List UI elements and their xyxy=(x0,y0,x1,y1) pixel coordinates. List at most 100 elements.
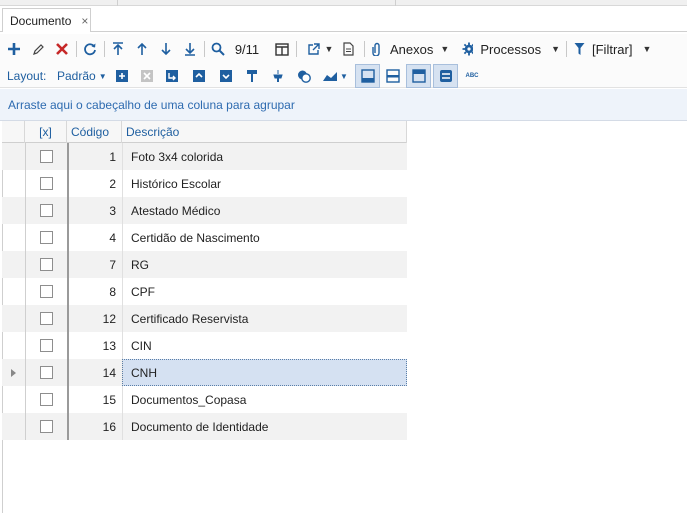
table-row[interactable]: 8 CPF xyxy=(2,278,407,305)
descricao-cell[interactable]: Foto 3x4 colorida xyxy=(122,143,407,170)
row-checkbox[interactable] xyxy=(40,231,53,244)
select-cell xyxy=(25,278,67,305)
table-row[interactable]: 7 RG xyxy=(2,251,407,278)
table-row[interactable]: 3 Atestado Médico xyxy=(2,197,407,224)
footer-toggle-button[interactable] xyxy=(355,64,380,88)
row-checkbox[interactable] xyxy=(40,312,53,325)
paint-roller-icon xyxy=(247,70,257,82)
row-checkbox[interactable] xyxy=(40,150,53,163)
export-menu-button[interactable]: ▼ xyxy=(304,39,336,59)
group-by-area[interactable]: Arraste aqui o cabeçalho de uma coluna p… xyxy=(0,89,687,121)
row-checkbox[interactable] xyxy=(40,177,53,190)
row-checkbox[interactable] xyxy=(40,339,53,352)
row-checkbox[interactable] xyxy=(40,204,53,217)
header-codigo-column[interactable]: Código xyxy=(67,121,122,143)
add-button[interactable] xyxy=(6,39,22,59)
table-row[interactable]: 2 Histórico Escolar xyxy=(2,170,407,197)
row-checkbox[interactable] xyxy=(40,285,53,298)
codigo-cell[interactable]: 16 xyxy=(67,413,122,440)
codigo-cell[interactable]: 2 xyxy=(67,170,122,197)
remove-layout-button[interactable] xyxy=(139,67,155,85)
paperclip-icon xyxy=(372,42,380,56)
descricao-cell[interactable]: Histórico Escolar xyxy=(122,170,407,197)
chevron-down-icon: ▼ xyxy=(340,71,348,81)
codigo-cell[interactable]: 8 xyxy=(67,278,122,305)
table-row[interactable]: 16 Documento de Identidade xyxy=(2,413,407,440)
descricao-cell[interactable]: Documento de Identidade xyxy=(122,413,407,440)
arrow-down-icon xyxy=(161,43,171,56)
tab-documento[interactable]: Documento × xyxy=(2,8,91,32)
table-row[interactable]: 4 Certidão de Nascimento xyxy=(2,224,407,251)
row-checkbox[interactable] xyxy=(40,420,53,433)
row-checkbox[interactable] xyxy=(40,393,53,406)
group-by-hint: Arraste aqui o cabeçalho de uma coluna p… xyxy=(8,97,295,112)
descricao-cell[interactable]: Atestado Médico xyxy=(122,197,407,224)
codigo-cell[interactable]: 7 xyxy=(67,251,122,278)
arrow-up-icon xyxy=(137,42,147,55)
search-button[interactable] xyxy=(210,39,226,59)
descricao-cell[interactable]: Documentos_Copasa xyxy=(122,386,407,413)
export-icon xyxy=(307,42,320,55)
table-row[interactable]: 12 Certificado Reservista xyxy=(2,305,407,332)
table-row[interactable]: 13 CIN xyxy=(2,332,407,359)
last-record-button[interactable] xyxy=(182,39,198,59)
attachments-button[interactable]: Anexos ▼ xyxy=(372,39,454,59)
descricao-cell[interactable]: Certificado Reservista xyxy=(122,305,407,332)
expand-layout-button[interactable] xyxy=(191,67,207,85)
spell-check-button[interactable]: ABC xyxy=(461,67,483,85)
expand-icon xyxy=(193,70,205,82)
select-cell xyxy=(25,359,67,386)
header-select-column[interactable]: [x] xyxy=(25,121,67,143)
form-view-button[interactable] xyxy=(274,39,290,59)
codigo-cell[interactable]: 1 xyxy=(67,143,122,170)
previous-record-button[interactable] xyxy=(134,39,150,59)
delete-button[interactable] xyxy=(54,39,70,59)
descricao-cell[interactable]: RG xyxy=(122,251,407,278)
descricao-cell[interactable]: Certidão de Nascimento xyxy=(122,224,407,251)
row-checkbox[interactable] xyxy=(40,258,53,271)
descricao-cell[interactable]: CIN xyxy=(122,332,407,359)
row-checkbox[interactable] xyxy=(40,366,53,379)
next-record-button[interactable] xyxy=(158,39,174,59)
document-button[interactable] xyxy=(340,39,356,59)
codigo-cell[interactable]: 13 xyxy=(67,332,122,359)
table-row[interactable]: 1 Foto 3x4 colorida xyxy=(2,143,407,170)
layout-label-wrap: Layout: xyxy=(7,67,49,85)
processes-button[interactable]: Processos ▼ xyxy=(462,39,560,59)
descricao-cell[interactable]: CPF xyxy=(122,278,407,305)
chart-menu-button[interactable]: ▼ xyxy=(322,67,348,85)
format-painter-button[interactable] xyxy=(244,67,260,85)
auto-height-toggle-button[interactable] xyxy=(433,64,458,88)
collapse-layout-button[interactable] xyxy=(218,67,234,85)
filter-label: [Filtrar] xyxy=(592,41,633,57)
close-tab-icon[interactable]: × xyxy=(81,15,88,27)
save-layout-button[interactable] xyxy=(114,67,130,85)
attachments-label: Anexos xyxy=(390,41,434,57)
layout-select[interactable]: Padrão ▼ xyxy=(57,67,107,85)
paint-bucket-icon xyxy=(273,70,283,82)
descricao-cell[interactable]: CNH xyxy=(122,359,407,386)
toolbar-separator xyxy=(296,41,297,57)
table-row[interactable]: 15 Documentos_Copasa xyxy=(2,386,407,413)
group-layout-button[interactable] xyxy=(164,67,180,85)
refresh-button[interactable] xyxy=(82,39,98,59)
header-descricao-column[interactable]: Descrição xyxy=(122,121,407,143)
first-record-button[interactable] xyxy=(110,39,126,59)
edit-button[interactable] xyxy=(30,39,46,59)
area-chart-icon xyxy=(323,72,338,81)
grid-header: [x] Código Descrição xyxy=(2,121,407,143)
header-panel-icon xyxy=(411,69,426,83)
conditional-format-button[interactable] xyxy=(270,67,286,85)
codigo-cell[interactable]: 3 xyxy=(67,197,122,224)
codigo-cell[interactable]: 4 xyxy=(67,224,122,251)
last-record-icon xyxy=(185,43,195,56)
filter-button[interactable]: [Filtrar] ▼ xyxy=(574,39,658,59)
codigo-cell[interactable]: 14 xyxy=(67,359,122,386)
color-button[interactable] xyxy=(296,67,312,85)
filter-icon xyxy=(574,43,585,55)
row-toggle-button[interactable] xyxy=(382,67,404,85)
codigo-cell[interactable]: 12 xyxy=(67,305,122,332)
codigo-cell[interactable]: 15 xyxy=(67,386,122,413)
table-row[interactable]: 14 CNH xyxy=(2,359,407,386)
header-toggle-button[interactable] xyxy=(406,64,431,88)
